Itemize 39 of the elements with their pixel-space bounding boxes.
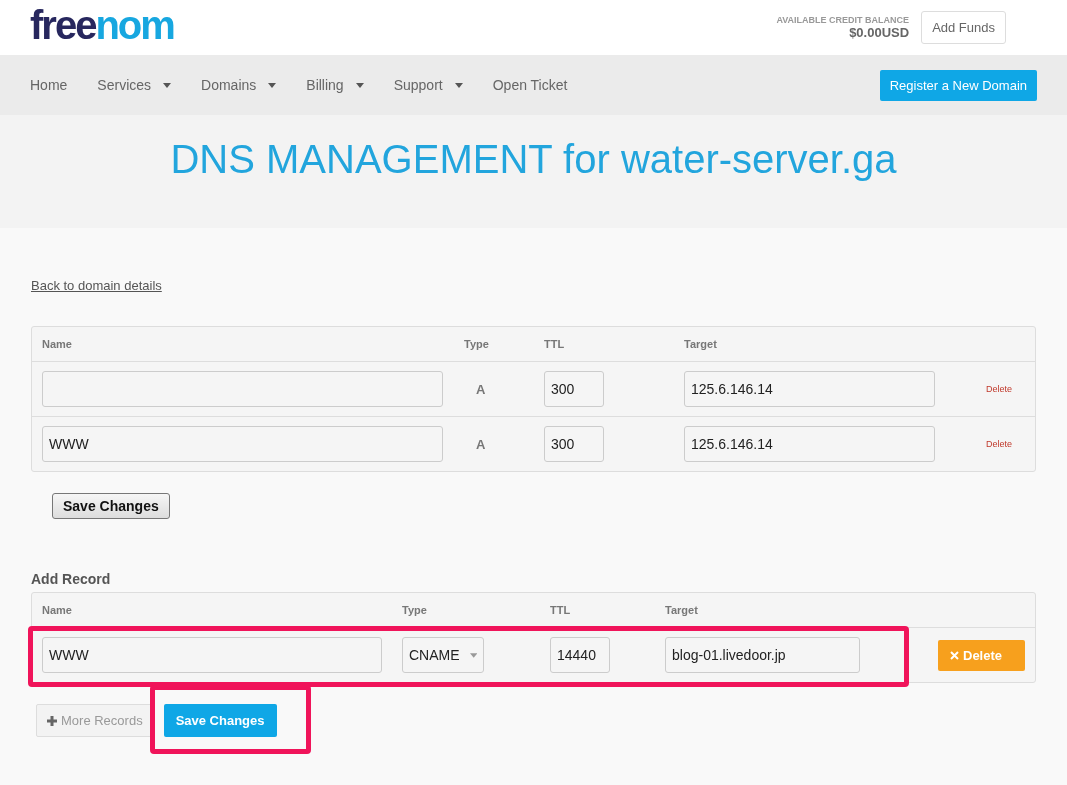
column-header: Target <box>684 338 718 350</box>
nav-item[interactable]: Support <box>393 77 463 93</box>
column-header: Type <box>402 604 428 616</box>
delete-link[interactable]: Delete <box>960 384 1025 394</box>
logo[interactable]: freenom <box>30 4 174 45</box>
name-field[interactable]: WWW <box>42 637 382 673</box>
back-link[interactable]: Back to domain details <box>31 278 162 293</box>
section-heading: Add Record <box>31 571 112 587</box>
record-type: A <box>475 436 487 452</box>
column-header: Type <box>464 338 490 350</box>
nav-item[interactable]: Open Ticket <box>492 77 568 93</box>
page-title: DNS MANAGEMENT for water-server.ga <box>170 137 897 182</box>
ttl-field[interactable]: 14440 <box>550 637 610 673</box>
target-field[interactable]: 125.6.146.14 <box>684 426 935 462</box>
delete-link[interactable]: Delete <box>960 439 1025 449</box>
name-field[interactable]: WWW <box>42 426 443 462</box>
nav-item[interactable]: Home <box>30 77 68 93</box>
nav-item[interactable]: Billing <box>306 77 364 93</box>
credit-label: AVAILABLE CREDIT BALANCE <box>776 15 910 25</box>
close-icon <box>950 650 959 660</box>
save-changes-button[interactable]: Save Changes <box>52 493 170 519</box>
column-header: Name <box>42 604 73 616</box>
caret-icon <box>469 652 477 658</box>
ttl-field[interactable]: 300 <box>544 371 604 407</box>
column-header: TTL <box>544 338 566 350</box>
name-field[interactable] <box>42 371 443 407</box>
column-header: Name <box>42 338 73 350</box>
type-select[interactable]: CNAME <box>402 637 484 673</box>
credit-value: $0.00USD <box>848 25 910 40</box>
target-field[interactable]: blog-01.livedoor.jp <box>665 637 860 673</box>
column-header: TTL <box>550 604 572 616</box>
plus-icon <box>47 715 57 726</box>
target-field[interactable]: 125.6.146.14 <box>684 371 935 407</box>
add-funds-button[interactable]: Add Funds <box>921 11 1006 44</box>
nav-item[interactable]: Domains <box>201 77 277 93</box>
record-type: A <box>475 381 487 397</box>
column-header: Target <box>665 604 699 616</box>
nav-item[interactable]: Services <box>97 77 172 93</box>
ttl-field[interactable]: 300 <box>544 426 604 462</box>
